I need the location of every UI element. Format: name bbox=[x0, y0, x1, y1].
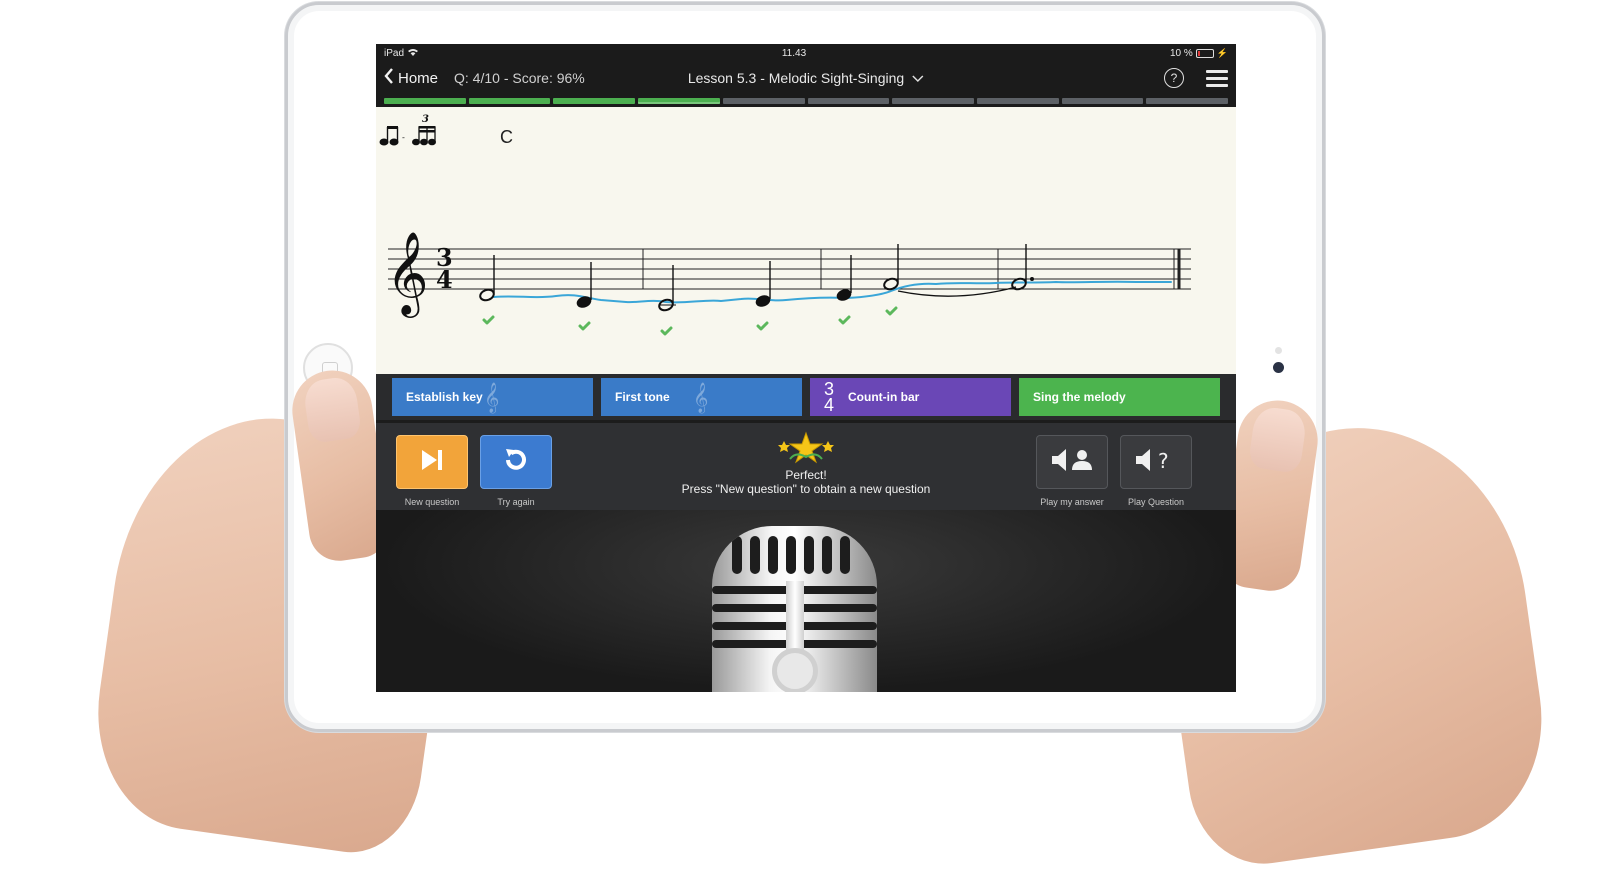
chevron-down-icon bbox=[912, 70, 924, 86]
treble-clef-icon: 𝄞 bbox=[693, 382, 709, 412]
wifi-icon bbox=[408, 48, 419, 59]
question-progress-bar bbox=[376, 94, 1236, 107]
progress-segment bbox=[807, 98, 890, 104]
check-icon bbox=[756, 321, 769, 331]
clock: 11.43 bbox=[781, 47, 807, 59]
establish-key-button[interactable]: Establish key 𝄞 bbox=[392, 378, 593, 416]
device-name: iPad bbox=[384, 47, 405, 59]
app-screen: iPad 11.43 10 % ⚡ Home Q: 4/10 - Score: … bbox=[376, 44, 1236, 692]
progress-segment bbox=[1061, 98, 1144, 104]
chevron-left-icon bbox=[384, 68, 394, 88]
battery-percent: 10 % bbox=[1169, 47, 1193, 59]
note-1 bbox=[479, 288, 495, 302]
progress-segment bbox=[553, 98, 636, 104]
speaker-question-icon: ? bbox=[1134, 447, 1178, 478]
nav-bar: Home Q: 4/10 - Score: 96% Lesson 5.3 - M… bbox=[376, 62, 1236, 94]
home-label: Home bbox=[398, 69, 439, 87]
try-again-label: Try again bbox=[497, 497, 535, 507]
progress-segment bbox=[892, 98, 974, 104]
tempo-marking: - 3 bbox=[379, 114, 436, 146]
progress-segment bbox=[468, 98, 551, 104]
count-in-label: Count-in bar bbox=[848, 390, 920, 404]
play-my-answer-label: Play my answer bbox=[1040, 497, 1104, 507]
count-in-time-signature: 3 4 bbox=[824, 379, 835, 415]
check-icon bbox=[660, 326, 673, 336]
result-instruction: Press "New question" to obtain a new que… bbox=[681, 482, 931, 496]
time-signature: 3 4 bbox=[436, 243, 453, 294]
establish-key-label: Establish key bbox=[406, 390, 483, 404]
result-message: Perfect! Press "New question" to obtain … bbox=[646, 431, 966, 496]
battery-icon bbox=[1195, 48, 1214, 58]
check-icon bbox=[838, 315, 851, 325]
progress-segment bbox=[384, 98, 466, 104]
first-tone-label: First tone bbox=[615, 390, 670, 404]
check-icon bbox=[885, 306, 898, 316]
note-5 bbox=[836, 289, 852, 301]
svg-text:4: 4 bbox=[436, 265, 453, 294]
check-icon bbox=[578, 321, 591, 331]
retry-icon bbox=[502, 446, 530, 479]
try-again-button[interactable] bbox=[480, 435, 552, 489]
treble-clef-icon: 𝄞 bbox=[484, 382, 500, 412]
new-question-label: New question bbox=[404, 497, 460, 507]
new-question-button[interactable] bbox=[396, 435, 468, 489]
help-icon[interactable]: ? bbox=[1164, 68, 1184, 88]
svg-text:?: ? bbox=[1158, 449, 1169, 473]
charging-icon: ⚡ bbox=[1216, 47, 1228, 58]
play-question-label: Play Question bbox=[1127, 497, 1185, 507]
treble-clef-icon: 𝄞 bbox=[386, 230, 429, 318]
first-tone-button[interactable]: First tone 𝄞 bbox=[601, 378, 802, 416]
lesson-selector[interactable]: Lesson 5.3 - Melodic Sight-Singing bbox=[688, 70, 924, 86]
score-text: Q: 4/10 - Score: 96% bbox=[454, 70, 585, 86]
ipad-sensor bbox=[1275, 347, 1282, 354]
progress-segment bbox=[722, 98, 805, 104]
svg-text:-: - bbox=[402, 133, 405, 142]
play-question-button[interactable]: ? bbox=[1120, 435, 1192, 489]
skip-forward-icon bbox=[419, 448, 445, 477]
microphone-area bbox=[376, 510, 1236, 692]
step-buttons: Establish key 𝄞 First tone 𝄞 3 4 Count-i… bbox=[376, 374, 1236, 420]
count-in-bar-button[interactable]: 3 4 Count-in bar bbox=[810, 378, 1011, 416]
hamburger-menu-icon[interactable] bbox=[1206, 69, 1228, 87]
note-4 bbox=[755, 295, 771, 307]
sung-pitch-trace bbox=[493, 280, 1172, 304]
stars-icon bbox=[646, 431, 966, 468]
ipad-camera bbox=[1273, 362, 1284, 373]
svg-text:3: 3 bbox=[422, 114, 429, 125]
progress-segment bbox=[638, 98, 720, 104]
result-title: Perfect! bbox=[785, 468, 827, 482]
microphone-icon[interactable] bbox=[712, 526, 877, 692]
lesson-title: Lesson 5.3 - Melodic Sight-Singing bbox=[687, 70, 905, 86]
play-my-answer-button[interactable] bbox=[1036, 435, 1108, 489]
sing-melody-button[interactable]: Sing the melody bbox=[1019, 378, 1220, 416]
sheet-music: - 3 𝄞 3 4 C bbox=[376, 107, 1236, 374]
correct-checkmarks bbox=[482, 306, 898, 336]
check-icon bbox=[482, 315, 495, 325]
home-back-button[interactable]: Home bbox=[384, 68, 438, 88]
progress-segment bbox=[976, 98, 1059, 104]
status-bar: iPad 11.43 10 % ⚡ bbox=[376, 44, 1236, 62]
sing-melody-label: Sing the melody bbox=[1033, 390, 1126, 404]
speaker-person-icon bbox=[1050, 447, 1094, 478]
notes bbox=[479, 244, 1034, 312]
progress-segment bbox=[1146, 98, 1229, 104]
feedback-panel: New question Try again Perfect! Press "N… bbox=[376, 420, 1236, 510]
chord-symbol: C bbox=[500, 127, 513, 147]
